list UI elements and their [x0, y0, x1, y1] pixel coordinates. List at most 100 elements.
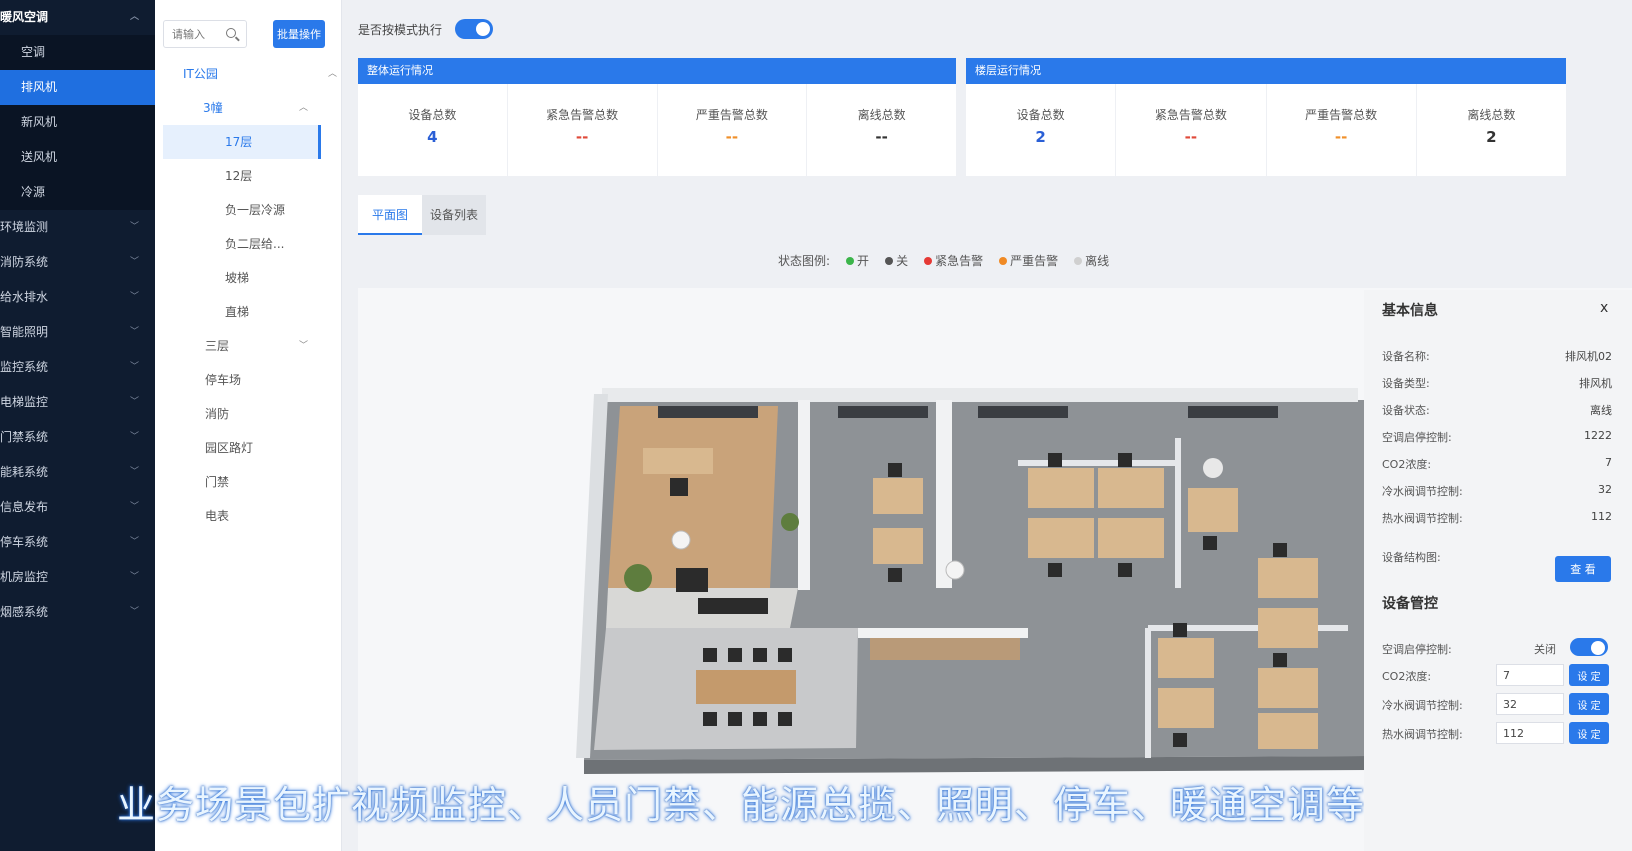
tree-node-street-lights[interactable]: 园区路灯 — [205, 431, 253, 465]
stat-label: 设备总数 — [408, 108, 457, 122]
field-value: 离线 — [1590, 404, 1612, 417]
chevron-down-icon: ﹀ — [129, 292, 139, 302]
hot-valve-set-button[interactable]: 设 定 — [1569, 722, 1609, 744]
stat-value: -- — [1184, 128, 1198, 146]
sidebar-item-label: 送风机 — [21, 150, 58, 164]
stat-label: 设备总数 — [1016, 108, 1065, 122]
sidebar-item-server-room[interactable]: 机房监控 ﹀ — [0, 560, 155, 595]
legend-label: 紧急告警 — [935, 254, 984, 268]
tree-node-meter[interactable]: 电表 — [205, 499, 229, 533]
view-tabs: 平面图 设备列表 — [358, 195, 486, 235]
tree-search-box[interactable] — [163, 20, 247, 48]
status-dot-icon — [1074, 256, 1083, 265]
sidebar-subitem-supply-fan[interactable]: 送风机 — [0, 140, 155, 175]
overall-status-title: 整体运行情况 — [358, 58, 956, 84]
sidebar-item-parking[interactable]: 停车系统 ﹀ — [0, 525, 155, 560]
tree-search-input[interactable] — [164, 21, 220, 47]
tree-node-fire[interactable]: 消防 — [205, 397, 229, 431]
tab-device-list[interactable]: 设备列表 — [422, 195, 486, 235]
tree-node-label: 停车场 — [205, 373, 242, 387]
sidebar-item-label: 给水排水 — [0, 290, 49, 304]
sidebar-item-water[interactable]: 给水排水 ﹀ — [0, 280, 155, 315]
sidebar-item-label: 机房监控 — [0, 570, 49, 584]
tab-floor-plan[interactable]: 平面图 — [358, 195, 422, 235]
sidebar-item-surveillance[interactable]: 监控系统 ﹀ — [0, 350, 155, 385]
tree-node-floor-3[interactable]: 三层 ﹀ — [205, 329, 343, 363]
sidebar-item-info-publish[interactable]: 信息发布 ﹀ — [0, 490, 155, 525]
stat-value: 2 — [1486, 128, 1497, 146]
control-co2-label: CO2浓度: — [1382, 668, 1492, 690]
sidebar-item-smoke[interactable]: 烟感系统 ﹀ — [0, 595, 155, 630]
stat-value: -- — [875, 128, 888, 146]
sidebar-item-env-monitor[interactable]: 环境监测 ﹀ — [0, 210, 155, 245]
field-label: 热水阀调节控制: — [1382, 512, 1463, 525]
field-hot-valve: 热水阀调节控制: 112 — [1382, 510, 1612, 532]
control-ac-start-stop: 空调启停控制: — [1382, 641, 1522, 663]
control-label: 冷水阀调节控制: — [1382, 699, 1463, 712]
tree-node-elevator[interactable]: 直梯 — [225, 295, 249, 329]
view-structure-button[interactable]: 查 看 — [1555, 556, 1611, 582]
legend-item-off: 关 — [885, 252, 908, 269]
sidebar-item-fire[interactable]: 消防系统 ﹀ — [0, 245, 155, 280]
legend-item-offline: 离线 — [1074, 252, 1109, 269]
chevron-down-icon: ﹀ — [129, 327, 139, 337]
field-label: CO2浓度: — [1382, 458, 1432, 471]
tree-node-label: 负二层给... — [225, 237, 285, 251]
tree-node-b1-cold[interactable]: 负一层冷源 — [225, 193, 285, 227]
sidebar-item-energy[interactable]: 能耗系统 ﹀ — [0, 455, 155, 490]
legend-label: 开 — [857, 254, 870, 268]
stat-serious-alarm: 严重告警总数 -- — [1267, 84, 1417, 176]
status-legend: 状态图例: 开 关 紧急告警 严重告警 离线 — [778, 252, 1109, 269]
stat-value: 2 — [1035, 128, 1046, 146]
sidebar-item-lighting[interactable]: 智能照明 ﹀ — [0, 315, 155, 350]
overall-status-panel: 整体运行情况 设备总数 4 紧急告警总数 -- 严重告警总数 -- 离线总数 -- — [358, 58, 956, 176]
device-control-title: 设备管控 — [1382, 596, 1438, 612]
tree-node-b2-water[interactable]: 负二层给... — [225, 227, 284, 261]
sidebar-item-label: 暖风空调 — [0, 10, 49, 24]
tree-node-building-3[interactable]: 3幢 ︿ — [203, 91, 343, 125]
sidebar-item-label: 烟感系统 — [0, 605, 49, 619]
tree-node-label: 消防 — [205, 407, 230, 421]
field-value: 排风机 — [1579, 377, 1612, 390]
mode-execute-toggle[interactable] — [455, 19, 493, 39]
sidebar-item-label: 门禁系统 — [0, 430, 49, 444]
batch-operation-button[interactable]: 批量操作 — [273, 20, 325, 48]
field-value: 排风机02 — [1565, 350, 1612, 363]
cold-valve-input[interactable] — [1496, 693, 1564, 715]
video-caption-subtitle: 业务场景包扩视频监控、人员门禁、能源总揽、照明、停车、暖通空调等 — [117, 783, 1366, 827]
basic-info-title: 基本信息 — [1382, 303, 1438, 319]
sidebar-subitem-ac[interactable]: 空调 — [0, 35, 155, 70]
chevron-down-icon: ﹀ — [129, 502, 139, 512]
sidebar-item-access[interactable]: 门禁系统 ﹀ — [0, 420, 155, 455]
tree-node-label: 负一层冷源 — [225, 203, 286, 217]
tree-node-floor-12[interactable]: 12层 — [225, 159, 252, 193]
tree-node-label: 园区路灯 — [205, 441, 254, 455]
stat-offline: 离线总数 2 — [1417, 84, 1566, 176]
sidebar-subitem-cold-source[interactable]: 冷源 — [0, 175, 155, 210]
co2-input[interactable] — [1496, 664, 1564, 686]
close-icon[interactable]: x — [1600, 300, 1608, 316]
tree-node-floor-17[interactable]: 17层 — [163, 125, 321, 159]
sidebar-subitem-exhaust-fan[interactable]: 排风机 — [0, 70, 155, 105]
field-label: 设备类型: — [1382, 377, 1430, 390]
legend-label: 离线 — [1085, 254, 1110, 268]
cold-valve-set-button[interactable]: 设 定 — [1569, 693, 1609, 715]
sidebar-item-hvac[interactable]: 暖风空调 ︿ — [0, 0, 155, 35]
legend-item-serious: 严重告警 — [999, 252, 1058, 269]
co2-set-button[interactable]: 设 定 — [1569, 664, 1609, 686]
main-sidebar: 暖风空调 ︿ 空调 排风机 新风机 送风机 冷源 环境监测 ﹀ 消防系统 ﹀ 给水排水… — [0, 0, 155, 851]
sidebar-subitem-fresh-air[interactable]: 新风机 — [0, 105, 155, 140]
tree-node-escalator[interactable]: 坡梯 — [225, 261, 249, 295]
search-icon[interactable] — [226, 28, 236, 38]
sidebar-item-elevator[interactable]: 电梯监控 ﹀ — [0, 385, 155, 420]
ac-start-stop-toggle[interactable] — [1570, 638, 1608, 656]
field-label: 冷水阀调节控制: — [1382, 485, 1463, 498]
stat-urgent-alarm: 紧急告警总数 -- — [1116, 84, 1267, 176]
tree-node-parking[interactable]: 停车场 — [205, 363, 241, 397]
stat-label: 紧急告警总数 — [1154, 108, 1227, 122]
tree-node-gate[interactable]: 门禁 — [205, 465, 229, 499]
tree-node-it-park[interactable]: IT公园 ︿ — [183, 57, 343, 91]
stat-label: 离线总数 — [857, 108, 906, 122]
hot-valve-input[interactable] — [1496, 722, 1564, 744]
field-label: 设备结构图: — [1382, 551, 1441, 564]
